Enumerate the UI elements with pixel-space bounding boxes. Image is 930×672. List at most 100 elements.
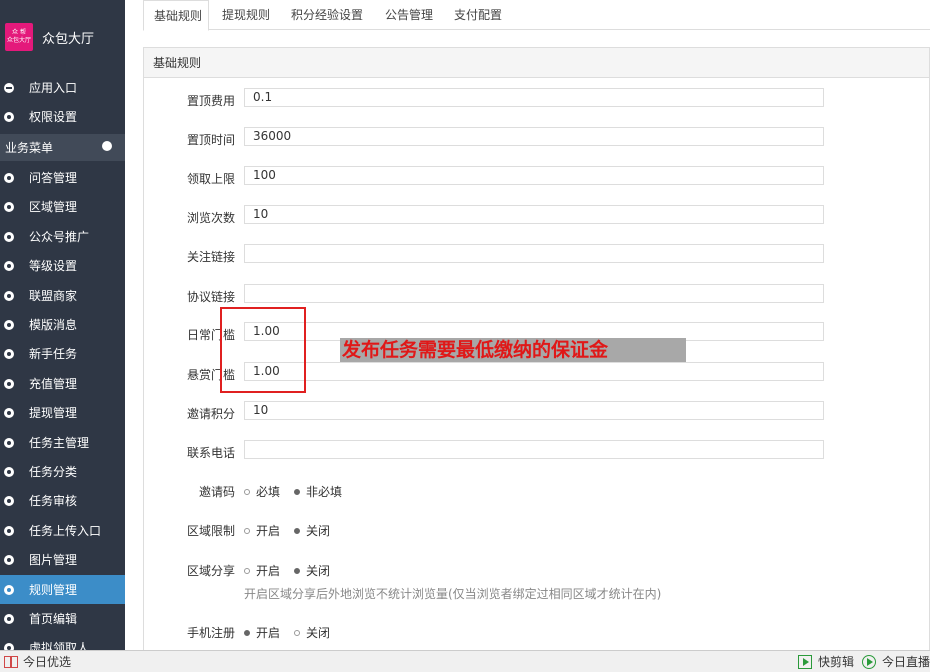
radio-option-label: 关闭 — [306, 564, 331, 578]
tab-announcements[interactable]: 公告管理 — [375, 0, 445, 30]
sidebar-item[interactable]: 任务审核 — [0, 486, 125, 515]
radio-option[interactable]: 关闭 — [294, 624, 330, 641]
field-input[interactable]: 10 — [244, 205, 824, 224]
live-today-button[interactable]: 今日直播 — [861, 653, 930, 670]
tab-label: 积分经验设置 — [291, 8, 364, 22]
sidebar-item[interactable]: 提现管理 — [0, 398, 125, 427]
tab-label: 公告管理 — [385, 8, 434, 22]
sidebar-group-business[interactable]: 业务菜单 — [0, 134, 125, 161]
radio-dot-icon — [294, 527, 301, 534]
collapse-toggle-icon[interactable] — [102, 141, 112, 151]
sidebar-item-label: 任务分类 — [29, 465, 78, 479]
sidebar-item[interactable]: 充值管理 — [0, 369, 125, 398]
taskbar-left-label: 今日优选 — [23, 655, 72, 669]
gear-icon — [4, 201, 14, 212]
field-input[interactable] — [244, 284, 824, 303]
tab-payment-config[interactable]: 支付配置 — [444, 0, 514, 30]
radio-dot-icon — [244, 567, 250, 574]
gear-icon — [4, 348, 14, 359]
field-input[interactable] — [244, 244, 824, 263]
gear-icon — [4, 172, 14, 183]
sidebar-item-label: 模版消息 — [29, 318, 78, 332]
sidebar-item[interactable]: 模版消息 — [0, 310, 125, 339]
sidebar-item[interactable]: 虚拟领取人 — [0, 633, 125, 650]
tab-basic-rules[interactable]: 基础规则 — [143, 0, 209, 31]
radio-option[interactable]: 开启 — [244, 624, 280, 641]
radio-option[interactable]: 关闭 — [294, 522, 330, 539]
sidebar-item-label: 首页编辑 — [29, 612, 78, 626]
share-hint: 开启区域分享后外地浏览不统计浏览量(仅当浏览者绑定过相同区域才统计在内) — [244, 587, 662, 601]
tab-withdraw-rules[interactable]: 提现规则 — [212, 0, 282, 30]
gear-icon — [4, 642, 14, 650]
sidebar-item[interactable]: 首页编辑 — [0, 604, 125, 633]
gear-icon — [4, 231, 14, 242]
sidebar-item[interactable]: 问答管理 — [0, 163, 125, 192]
gear-icon — [4, 495, 14, 506]
field-input[interactable]: 10 — [244, 401, 824, 420]
radio-dot-icon — [294, 629, 301, 636]
live-today-label: 今日直播 — [881, 655, 930, 669]
sidebar-item-label: 规则管理 — [29, 583, 78, 597]
quick-edit-button[interactable]: 快剪辑 — [797, 653, 854, 670]
taskbar: 今日优选 快剪辑 今日直播 — [0, 650, 930, 672]
field-input[interactable]: 0.1 — [244, 88, 824, 107]
sidebar-item-label: 充值管理 — [29, 377, 78, 391]
sidebar-item[interactable]: 规则管理 — [0, 575, 125, 604]
sidebar-item[interactable]: 任务上传入口 — [0, 516, 125, 545]
radio-dot-icon — [294, 488, 301, 495]
radio-dot-icon — [244, 488, 250, 495]
tab-points-settings[interactable]: 积分经验设置 — [281, 0, 377, 30]
sidebar-item-label: 虚拟领取人 — [29, 641, 90, 650]
field-label: 关注链接 — [186, 250, 235, 264]
play-square-icon — [797, 654, 812, 669]
field-input[interactable] — [244, 440, 824, 459]
taskbar-today-picks[interactable]: 今日优选 — [4, 653, 71, 670]
radio-dot-icon — [244, 629, 250, 636]
radio-option[interactable]: 必填 — [244, 483, 280, 500]
sidebar-item-label: 区域管理 — [29, 200, 78, 214]
gear-icon — [4, 260, 14, 271]
radio-option[interactable]: 开启 — [244, 562, 280, 579]
radio-option[interactable]: 开启 — [244, 522, 280, 539]
app-logo: 众 帮 众包大厅 — [5, 23, 33, 51]
tab-label: 基础规则 — [154, 9, 203, 23]
sidebar-item-label: 任务审核 — [29, 494, 78, 508]
field-label: 领取上限 — [186, 172, 235, 186]
radio-option-label: 关闭 — [306, 524, 331, 538]
field-input[interactable]: 100 — [244, 166, 824, 185]
field-label: 协议链接 — [186, 290, 235, 304]
tab-bar: 基础规则 提现规则 积分经验设置 公告管理 支付配置 — [143, 0, 930, 31]
radio-option[interactable]: 非必填 — [294, 483, 342, 500]
gear-icon — [4, 466, 14, 477]
sidebar-item-permissions[interactable]: 权限设置 — [0, 102, 125, 131]
sidebar-item[interactable]: 图片管理 — [0, 545, 125, 574]
field-label: 联系电话 — [186, 446, 235, 460]
gear-icon — [4, 290, 14, 301]
logo-row: 众 帮 众包大厅 众包大厅 — [0, 0, 125, 74]
sidebar-item[interactable]: 新手任务 — [0, 339, 125, 368]
sidebar-item[interactable]: 公众号推广 — [0, 222, 125, 251]
sidebar-item[interactable]: 等级设置 — [0, 251, 125, 280]
field-input[interactable]: 36000 — [244, 127, 824, 146]
app-title: 众包大厅 — [42, 31, 95, 47]
panel-title: 基础规则 — [144, 48, 929, 78]
sidebar-item-app-entry[interactable]: 应用入口 — [0, 73, 125, 102]
sidebar-item[interactable]: 任务分类 — [0, 457, 125, 486]
sidebar-group-label: 业务菜单 — [5, 141, 54, 155]
radio-group-label: 区域限制 — [186, 524, 235, 538]
logo-text-line1: 众 帮 — [12, 29, 26, 36]
radio-group: 开启 关闭 — [244, 562, 344, 579]
gear-icon — [4, 319, 14, 330]
radio-option-label: 关闭 — [306, 626, 331, 640]
gear-icon — [4, 584, 14, 595]
sidebar-item[interactable]: 区域管理 — [0, 192, 125, 221]
field-input[interactable]: 1.00 — [244, 362, 824, 381]
sidebar-item[interactable]: 联盟商家 — [0, 281, 125, 310]
field-label: 置顶费用 — [186, 94, 235, 108]
sidebar-item[interactable]: 任务主管理 — [0, 428, 125, 457]
quick-edit-label: 快剪辑 — [817, 655, 854, 669]
radio-group: 开启 关闭 — [244, 522, 344, 539]
radio-option[interactable]: 关闭 — [294, 562, 330, 579]
radio-group-label: 手机注册 — [186, 626, 235, 640]
sidebar-item-label: 新手任务 — [29, 347, 78, 361]
